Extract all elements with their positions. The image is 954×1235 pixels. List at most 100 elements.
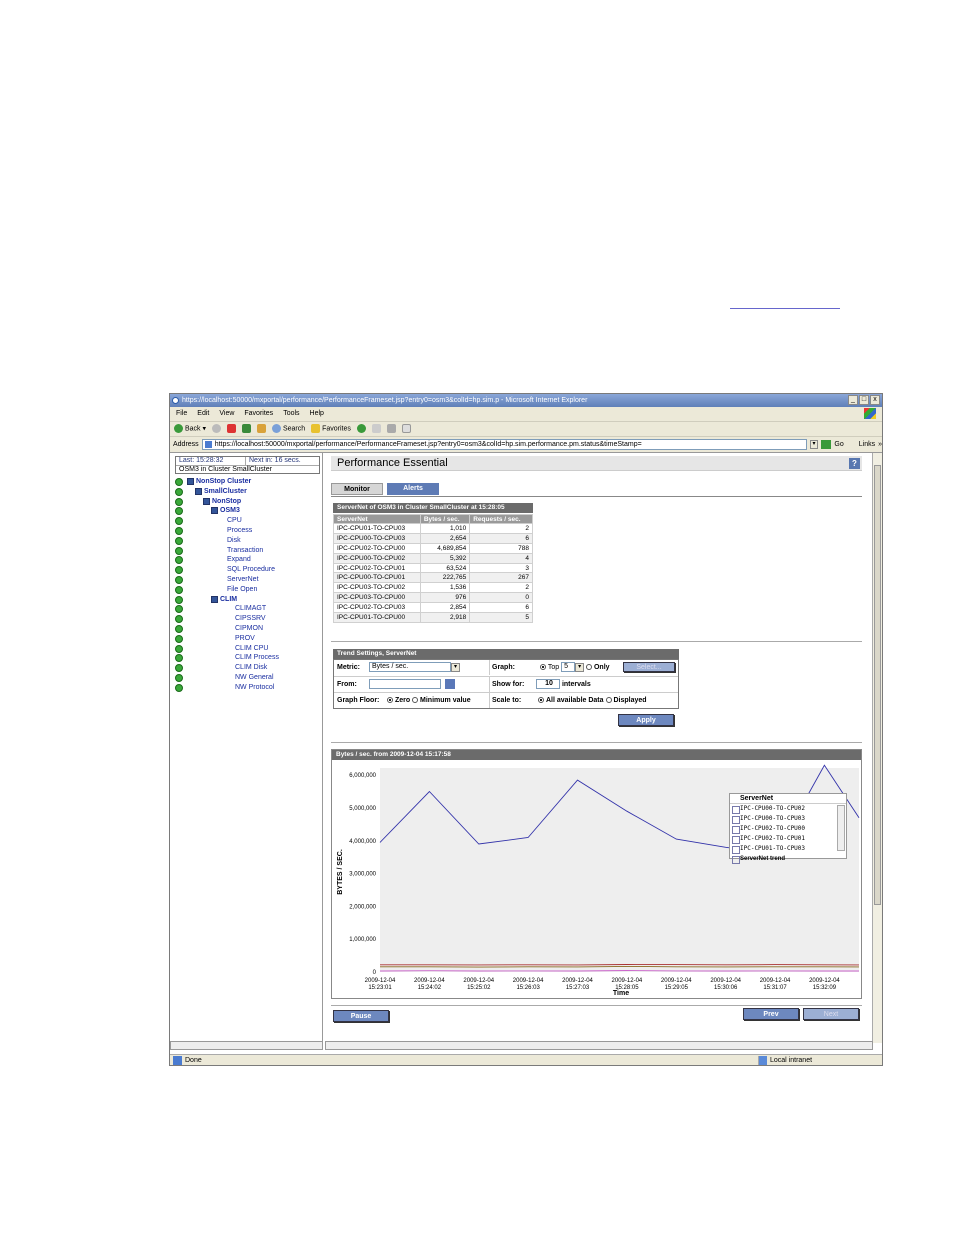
close-button[interactable]: x	[870, 395, 880, 405]
collapse-icon[interactable]	[211, 595, 218, 603]
menu-view[interactable]: View	[219, 408, 234, 420]
tree-item[interactable]: CLIM Disk	[175, 663, 323, 673]
refresh-icon[interactable]	[241, 424, 251, 433]
tree-item-label[interactable]: CLIM Process	[235, 653, 279, 663]
tree-item[interactable]: SmallCluster	[175, 487, 323, 497]
search-button[interactable]: Search	[271, 424, 305, 433]
tree-item[interactable]: CLIM	[175, 595, 323, 605]
apply-button[interactable]: Apply	[618, 714, 674, 726]
tree-item-label[interactable]: CPU	[227, 516, 242, 526]
favorites-button[interactable]: Favorites	[311, 424, 351, 433]
all-data-radio[interactable]	[538, 697, 544, 704]
top-count-dropdown-icon[interactable]: ▾	[575, 662, 585, 672]
from-date-input[interactable]	[369, 679, 441, 690]
tab-alerts[interactable]: Alerts	[387, 483, 439, 495]
tree-item[interactable]: NonStop Cluster	[175, 477, 323, 487]
menu-edit[interactable]: Edit	[197, 408, 209, 420]
main-vertical-scrollbar[interactable]	[872, 453, 882, 1043]
main-horizontal-scrollbar[interactable]	[325, 1041, 873, 1050]
tree-item-label[interactable]: File Open	[227, 585, 257, 595]
address-dropdown[interactable]: ▾	[809, 439, 819, 449]
tree-item-label[interactable]: Transaction	[227, 546, 263, 556]
tree-item-label[interactable]: NW General	[235, 673, 274, 683]
collapse-icon[interactable]	[211, 507, 218, 515]
tree-item[interactable]: NW General	[175, 673, 323, 683]
tree-item[interactable]: Transaction	[175, 546, 323, 556]
prev-button[interactable]: Prev	[743, 1008, 799, 1020]
next-button[interactable]: Next	[803, 1008, 859, 1020]
only-radio[interactable]	[586, 664, 593, 671]
tree-item[interactable]: PROV	[175, 634, 323, 644]
go-arrow-icon[interactable]	[821, 439, 832, 449]
top-radio[interactable]	[540, 664, 546, 671]
tree-item-label[interactable]: NW Protocol	[235, 683, 274, 693]
tree-item-label[interactable]: SmallCluster	[204, 487, 247, 497]
menu-favorites[interactable]: Favorites	[244, 408, 273, 420]
tree-item[interactable]: CIPSSRV	[175, 614, 323, 624]
tree-item-label[interactable]: CLIM CPU	[235, 644, 268, 654]
menu-help[interactable]: Help	[310, 408, 324, 420]
back-button[interactable]: Back ▾	[174, 424, 206, 433]
tree-item-label[interactable]: CLIM	[220, 595, 237, 605]
collapse-icon[interactable]	[195, 487, 202, 495]
tree-item[interactable]: Process	[175, 526, 323, 536]
column-header-requests[interactable]: Requests / sec.	[469, 514, 533, 524]
tree-item-label[interactable]: SQL Procedure	[227, 565, 275, 575]
tree-item-label[interactable]: CLIMAGT	[235, 604, 266, 614]
menu-file[interactable]: File	[176, 408, 187, 420]
table-row[interactable]: IPC-CPU03-TO-CPU00 976 0	[333, 592, 533, 604]
tree-item-label[interactable]: CIPSSRV	[235, 614, 266, 624]
table-row[interactable]: IPC-CPU01-TO-CPU03 1,010 2	[333, 523, 533, 534]
mail-icon[interactable]	[371, 424, 381, 433]
tree-item[interactable]: Disk	[175, 536, 323, 546]
legend-item[interactable]: IPC-CPU01-TO-CPU03	[730, 844, 846, 854]
table-row[interactable]: IPC-CPU02-TO-CPU03 2,854 6	[333, 602, 533, 614]
tree-item[interactable]: CIPMON	[175, 624, 323, 634]
go-button[interactable]: Go	[834, 441, 843, 448]
legend-scrollbar[interactable]	[837, 805, 845, 851]
maximize-button[interactable]: □	[859, 395, 869, 405]
home-icon[interactable]	[256, 424, 266, 433]
tree-item-label[interactable]: Process	[227, 526, 252, 536]
tree-item[interactable]: CLIM Process	[175, 653, 323, 663]
tree-item-label[interactable]: OSM3	[220, 506, 240, 516]
minimum-radio[interactable]	[412, 697, 419, 704]
intervals-input[interactable]: 10	[536, 679, 560, 690]
history-icon[interactable]	[356, 424, 366, 433]
top-count-select[interactable]: 5	[561, 662, 576, 673]
tree-item-label[interactable]: CIPMON	[235, 624, 263, 634]
tree-item[interactable]: CLIMAGT	[175, 604, 323, 614]
select-button[interactable]: Select...	[623, 662, 675, 672]
links-button[interactable]: Links	[859, 441, 875, 448]
tree-item-label[interactable]: NonStop Cluster	[196, 477, 251, 487]
tree-item-label[interactable]: CLIM Disk	[235, 663, 267, 673]
column-header-servernet[interactable]: ServerNet	[333, 514, 421, 524]
help-icon[interactable]: ?	[849, 458, 860, 469]
address-input[interactable]: https://localhost:50000/mxportal/perform…	[201, 438, 807, 450]
legend-item[interactable]: IPC-CPU00-TO-CPU03	[730, 814, 846, 824]
minimize-button[interactable]: _	[848, 395, 858, 405]
calendar-icon[interactable]	[444, 679, 455, 690]
metric-dropdown-icon[interactable]: ▾	[451, 662, 460, 672]
table-row[interactable]: IPC-CPU00-TO-CPU02 5,392 4	[333, 552, 533, 564]
pause-button[interactable]: Pause	[333, 1010, 389, 1022]
forward-arrow-icon[interactable]	[211, 424, 221, 433]
tree-item-label[interactable]: NonStop	[212, 497, 241, 507]
edit-icon[interactable]	[401, 424, 411, 433]
tree-item[interactable]: OSM3	[175, 506, 323, 516]
tree-item[interactable]: CPU	[175, 516, 323, 526]
menu-tools[interactable]: Tools	[283, 408, 299, 420]
table-row[interactable]: IPC-CPU02-TO-CPU01 63,524 3	[333, 562, 533, 574]
table-row[interactable]: IPC-CPU00-TO-CPU01 222,765 267	[333, 572, 533, 584]
table-row[interactable]: IPC-CPU02-TO-CPU00 4,689,854 788	[333, 542, 533, 554]
tree-item[interactable]: NonStop	[175, 497, 323, 507]
legend-item[interactable]: IPC-CPU02-TO-CPU01	[730, 834, 846, 844]
collapse-icon[interactable]	[203, 497, 210, 505]
legend-item[interactable]: IPC-CPU02-TO-CPU00	[730, 824, 846, 834]
metric-select[interactable]: Bytes / sec.	[369, 662, 451, 673]
legend-item[interactable]: IPC-CPU00-TO-CPU02	[730, 804, 846, 814]
table-row[interactable]: IPC-CPU01-TO-CPU00 2,918 5	[333, 612, 533, 623]
tree-item[interactable]: CLIM CPU	[175, 644, 323, 654]
tree-item-label[interactable]: Expand	[227, 555, 251, 565]
tree-item-label[interactable]: Disk	[227, 536, 241, 546]
